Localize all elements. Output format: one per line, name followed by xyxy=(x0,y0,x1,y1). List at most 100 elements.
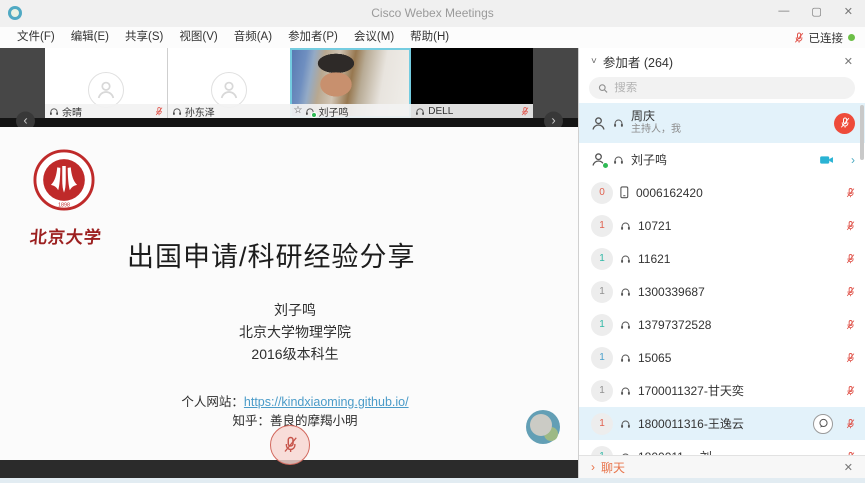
menu-help[interactable]: 帮助(H) xyxy=(402,27,457,48)
titlebar: Cisco Webex Meetings — ▢ ✕ xyxy=(0,0,865,27)
website-link[interactable]: https://kindxiaoming.github.io/ xyxy=(244,395,409,409)
muted-mic-icon[interactable] xyxy=(846,253,855,265)
headset-icon xyxy=(620,254,631,264)
tile-name: 刘子鸣 xyxy=(318,104,348,119)
muted-mic-icon[interactable] xyxy=(846,319,855,331)
participant-row[interactable]: 1 1300339687 xyxy=(579,275,865,308)
connection-status: 已连接 xyxy=(794,27,856,48)
participant-name: 1300339687 xyxy=(638,285,705,299)
tile-name: DELL xyxy=(428,106,453,117)
menu-file[interactable]: 文件(F) xyxy=(9,27,63,48)
maximize-button[interactable]: ▢ xyxy=(811,5,821,18)
headset-icon xyxy=(620,419,631,429)
headset-icon xyxy=(620,386,631,396)
headset-icon xyxy=(172,107,182,116)
chevron-right-icon[interactable]: › xyxy=(851,153,855,167)
participant-row[interactable]: 1 1800011316-王逸云 xyxy=(579,407,865,440)
menu-share[interactable]: 共享(S) xyxy=(117,27,171,48)
menubar: 文件(F) 编辑(E) 共享(S) 视图(V) 音频(A) 参加者(P) 会议(… xyxy=(0,27,865,48)
search-icon xyxy=(598,83,608,94)
main-area: ‹ 余晴 孙东泽 xyxy=(0,48,578,478)
chat-bubble-icon[interactable] xyxy=(813,414,833,434)
webex-window: Cisco Webex Meetings — ▢ ✕ 文件(F) 编辑(E) 共… xyxy=(0,0,865,483)
participant-row[interactable]: 1 10721 xyxy=(579,209,865,242)
website-label: 个人网站： xyxy=(181,395,244,409)
participants-list: 周庆 主持人，我 刘子鸣 › 0 0006162420 xyxy=(579,103,865,455)
chevron-right-icon[interactable]: › xyxy=(591,460,595,474)
avatar-placeholder-icon xyxy=(88,72,124,108)
peking-university-calligraphy: 北京大学 xyxy=(29,223,101,248)
minimize-button[interactable]: — xyxy=(778,5,789,18)
muted-mic-icon[interactable] xyxy=(846,286,855,298)
person-icon xyxy=(591,116,606,131)
participant-name: 15065 xyxy=(638,351,671,365)
participant-row[interactable]: 1 13797372528 xyxy=(579,308,865,341)
muted-mic-icon[interactable] xyxy=(846,385,855,397)
menu-participants[interactable]: 参加者(P) xyxy=(280,27,346,48)
participant-role: 主持人，我 xyxy=(631,123,681,136)
participant-row[interactable]: 1 15065 xyxy=(579,341,865,374)
muted-mic-icon[interactable] xyxy=(846,451,855,456)
menu-meeting[interactable]: 会议(M) xyxy=(346,27,402,48)
participant-row[interactable]: 0 0006162420 xyxy=(579,176,865,209)
avatar-badge: 1 xyxy=(591,215,613,237)
avatar-badge: 1 xyxy=(591,347,613,369)
video-tile-active[interactable]: ☆ 刘子鸣 xyxy=(290,48,412,118)
muted-mic-icon xyxy=(794,32,804,44)
muted-mic-icon[interactable] xyxy=(846,220,855,232)
participant-name: 13797372528 xyxy=(638,318,711,332)
muted-mic-icon[interactable] xyxy=(846,418,855,430)
avatar-badge: 0 xyxy=(591,182,613,204)
participant-row[interactable]: 1 11621 xyxy=(579,242,865,275)
search-input[interactable] xyxy=(614,82,846,94)
participant-row-host[interactable]: 周庆 主持人，我 xyxy=(579,103,865,143)
participant-row[interactable]: 1 1700011327-甘天奕 xyxy=(579,374,865,407)
person-icon xyxy=(591,152,606,167)
window-title: Cisco Webex Meetings xyxy=(0,6,865,20)
muted-mic-icon[interactable] xyxy=(846,352,855,364)
video-tile[interactable]: 余晴 xyxy=(45,48,167,118)
video-strip: ‹ 余晴 孙东泽 xyxy=(0,48,578,118)
headset-icon xyxy=(613,118,624,128)
chevron-down-icon[interactable]: ˅ xyxy=(591,56,597,67)
avatar-placeholder-icon xyxy=(211,72,247,108)
muted-mic-icon xyxy=(521,106,529,117)
zhihu-label: 知乎： xyxy=(232,414,270,428)
participant-name: 10721 xyxy=(638,219,671,233)
slide-speaker-block: 刘子鸣 北京大学物理学院 2016级本科生 xyxy=(115,299,475,365)
muted-mic-icon xyxy=(155,106,163,117)
slide-title: 出国申请/科研经验分享 xyxy=(127,235,416,274)
chat-panel-header[interactable]: › 聊天 ✕ xyxy=(579,455,865,478)
webex-watermark-icon xyxy=(526,410,560,444)
participant-row[interactable]: 刘子鸣 › xyxy=(579,143,865,176)
muted-mic-icon[interactable] xyxy=(846,187,855,199)
muted-mic-badge[interactable] xyxy=(834,113,855,134)
menu-view[interactable]: 视图(V) xyxy=(171,27,225,48)
mute-indicator-overlay[interactable] xyxy=(270,425,310,465)
headset-icon xyxy=(415,107,425,116)
speaker-cohort: 2016级本科生 xyxy=(115,343,475,365)
video-tile[interactable]: DELL xyxy=(411,48,533,118)
video-tile[interactable]: 孙东泽 xyxy=(167,48,290,118)
participant-row-clipped[interactable]: 1 1800011…-刘… xyxy=(579,440,865,455)
peking-university-logo: 1898 xyxy=(33,149,95,211)
participant-name: 0006162420 xyxy=(636,186,703,200)
headset-icon xyxy=(613,155,624,165)
close-panel-button[interactable]: ✕ xyxy=(844,55,853,68)
menu-edit[interactable]: 编辑(E) xyxy=(63,27,117,48)
svg-text:1898: 1898 xyxy=(58,203,70,209)
avatar-badge: 1 xyxy=(591,413,613,435)
close-chat-button[interactable]: ✕ xyxy=(844,461,853,474)
scrollbar-thumb[interactable] xyxy=(860,105,864,160)
headset-icon xyxy=(620,221,631,231)
avatar-badge: 1 xyxy=(591,380,613,402)
presence-dot-icon xyxy=(602,162,609,169)
menu-audio[interactable]: 音频(A) xyxy=(226,27,280,48)
video-on-icon[interactable] xyxy=(819,155,834,165)
participant-name: 刘子鸣 xyxy=(631,151,667,168)
participant-name: 11621 xyxy=(638,252,670,266)
search-box[interactable] xyxy=(589,77,855,99)
participants-header: ˅ 参加者 (264) ✕ xyxy=(579,48,865,75)
window-bottom-edge xyxy=(0,478,865,483)
close-button[interactable]: ✕ xyxy=(844,5,853,18)
